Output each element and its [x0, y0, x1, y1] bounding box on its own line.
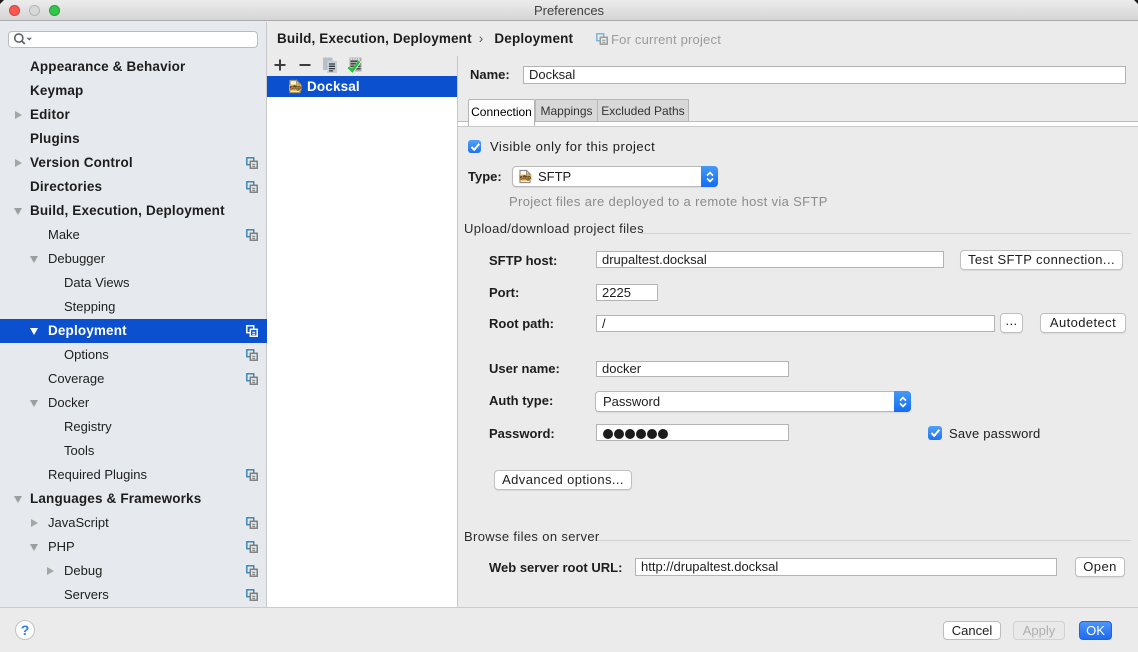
svg-text:sftp: sftp: [290, 85, 302, 92]
svg-text:sftp: sftp: [520, 175, 532, 182]
